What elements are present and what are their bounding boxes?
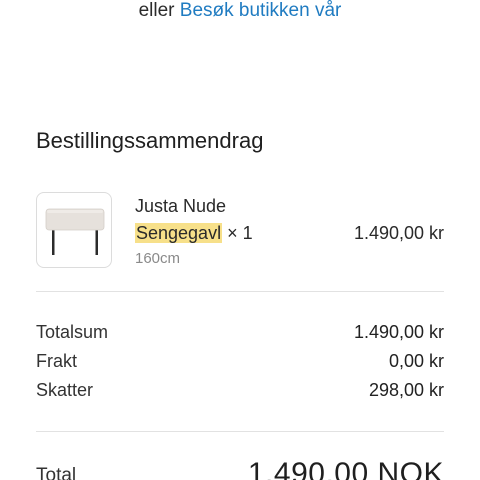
taxes-value: 298,00 kr: [368, 380, 444, 400]
product-variant: Sengegavl × 1: [135, 222, 253, 244]
shipping-value: 0,00 kr: [388, 351, 444, 371]
taxes-label: Skatter: [36, 380, 94, 400]
store-link-line: eller Besøk butikken vår: [0, 0, 480, 22]
headboard-image: [45, 208, 105, 255]
divider: [36, 291, 444, 292]
product-size: 160cm: [135, 250, 181, 267]
visit-store-link[interactable]: Besøk butikken vår: [180, 0, 342, 21]
grand-total-label: Total: [36, 465, 77, 480]
store-link-prefix: eller: [138, 0, 175, 21]
product-quantity: × 1: [227, 223, 253, 243]
order-summary-title: Bestillingssammendrag: [36, 128, 264, 153]
grand-total-value: 1.490,00 NOK: [247, 457, 444, 480]
divider: [36, 431, 444, 432]
subtotal-value: 1.490,00 kr: [353, 322, 444, 342]
shipping-label: Frakt: [36, 351, 78, 371]
product-type-highlight: Sengegavl: [135, 223, 223, 243]
shipping-row: Frakt 0,00 kr: [36, 349, 444, 373]
product-thumbnail: [36, 192, 112, 268]
order-summary-page: eller Besøk butikken vår Bestillingssamm…: [0, 0, 480, 480]
taxes-row: Skatter 298,00 kr: [36, 378, 444, 402]
product-price: 1.490,00 kr: [353, 223, 444, 243]
product-line-item: Justa Nude Sengegavl × 1 160cm 1.490,00 …: [36, 192, 444, 270]
product-name: Justa Nude: [135, 196, 227, 216]
grand-total-row: Total 1.490,00 NOK: [36, 456, 444, 480]
subtotal-label: Totalsum: [36, 322, 109, 342]
subtotal-row: Totalsum 1.490,00 kr: [36, 320, 444, 344]
